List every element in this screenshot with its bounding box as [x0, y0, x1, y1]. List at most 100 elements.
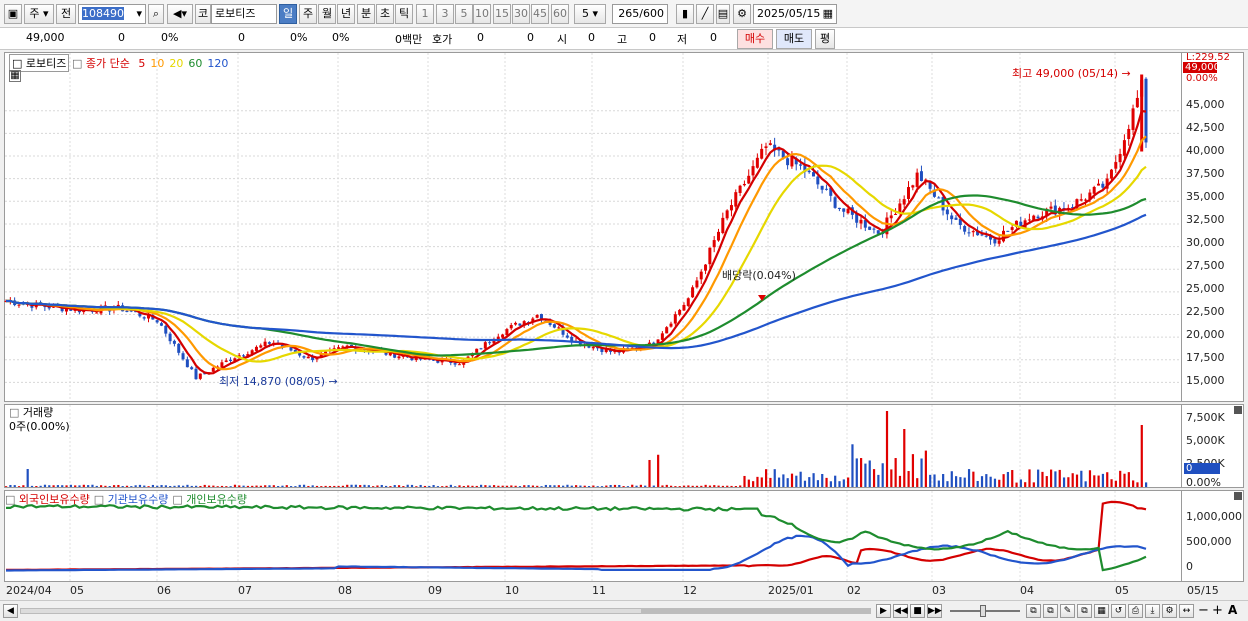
volume-bar [160, 485, 163, 487]
zoom-slider-handle[interactable] [980, 605, 986, 617]
volume-bar [626, 486, 630, 487]
zoom-in-icon[interactable]: + [1212, 603, 1223, 618]
candle-body [738, 185, 742, 193]
volume-bar [812, 473, 815, 487]
scroll-left-icon[interactable]: ◀ [3, 604, 18, 618]
candle-body [1006, 230, 1010, 232]
candle-body [665, 327, 669, 334]
layout-icon-1[interactable]: ⧉ [1026, 604, 1041, 618]
volume-bar [855, 458, 858, 487]
zoom-out-icon[interactable]: − [1198, 603, 1209, 618]
volume-bar [803, 480, 807, 487]
volume-bar [639, 484, 642, 487]
candle-body [717, 231, 720, 241]
export-icon[interactable]: ⤓ [1145, 604, 1160, 618]
volume-bar [56, 485, 60, 487]
candle-body [1127, 128, 1131, 140]
shrink-icon[interactable]: ↔ [1179, 604, 1194, 618]
fast-forward-icon[interactable]: ▶▶ [927, 604, 942, 618]
volume-bar [406, 484, 409, 487]
candle-body [755, 157, 759, 168]
volume-bar [1019, 479, 1022, 487]
volume-bar [264, 485, 267, 487]
candle-body [306, 356, 310, 359]
scrollbar-thumb[interactable] [641, 608, 871, 614]
x-label-14: 05/15 [1187, 584, 1219, 597]
settings-icon[interactable]: ⚙ [1162, 604, 1177, 618]
draw-icon[interactable]: ✎ [1060, 604, 1075, 618]
next-icon[interactable]: ▶ [876, 604, 891, 618]
volume-close-icon[interactable] [1234, 406, 1242, 414]
x-label-9: 2025/01 [768, 584, 814, 597]
volume-bar [661, 485, 664, 487]
volume-bar [579, 485, 582, 487]
zoom-slider[interactable] [950, 605, 1020, 617]
candle-body [993, 238, 997, 244]
print-icon[interactable]: ⎙ [1128, 604, 1143, 618]
grid-icon[interactable]: ▦ [9, 70, 21, 82]
volume-bar [1037, 469, 1040, 487]
scrollbar-track[interactable] [20, 608, 871, 614]
holdings-legend-1: 기관보유수량 [107, 493, 169, 506]
stop-icon[interactable]: ■ [910, 604, 925, 618]
volume-bar [795, 475, 798, 487]
candle-body [177, 343, 181, 353]
volume-bar [790, 473, 794, 487]
volume-bar [402, 486, 405, 487]
volume-bar [367, 485, 370, 487]
copy-icon[interactable]: ⧉ [1077, 604, 1092, 618]
volume-bar [134, 485, 137, 487]
candle-body [907, 187, 910, 199]
candle-body [259, 345, 263, 348]
chart-svg[interactable] [0, 0, 1248, 600]
candle-body [565, 335, 569, 338]
volume-bar [618, 484, 621, 487]
volume-bar [1045, 476, 1048, 487]
grid-toggle-icon[interactable]: ▦ [1094, 604, 1109, 618]
volume-bar [942, 474, 945, 487]
volume-bar [1071, 473, 1074, 487]
candle-body [820, 185, 824, 190]
rewind-icon[interactable]: ◀◀ [893, 604, 908, 618]
volume-bar [950, 471, 953, 487]
volume-bar [43, 484, 47, 487]
candle-body [997, 240, 1001, 244]
volume-bar [726, 485, 729, 487]
volume-bar [501, 485, 504, 487]
volume-bar [929, 474, 932, 487]
volume-bar [441, 486, 444, 487]
candle-body [963, 226, 967, 232]
volume-bar [1075, 474, 1079, 487]
holdings-close-icon[interactable] [1234, 492, 1242, 500]
candle-body [954, 217, 958, 220]
volume-bar [354, 484, 357, 487]
volume-bar [78, 485, 81, 487]
x-label-1: 05 [70, 584, 84, 597]
holdings-legend-2: 개인보유수량 [186, 493, 247, 506]
candle-body [786, 158, 790, 166]
high-annotation: 최고 49,000 (05/14) → [1012, 67, 1131, 80]
reset-icon[interactable]: ↺ [1111, 604, 1126, 618]
candle-body [488, 342, 492, 344]
volume-bar [87, 485, 90, 487]
volume-bar [752, 481, 755, 487]
candle-body [557, 327, 561, 329]
candle-body [483, 342, 487, 349]
volume-bar [868, 460, 871, 487]
volume-bar [708, 485, 712, 487]
volume-bar [121, 486, 124, 487]
layout-icon-2[interactable]: ⧉ [1043, 604, 1058, 618]
candle-body [764, 146, 768, 149]
volume-bar [1101, 473, 1105, 487]
volume-bar [1106, 472, 1109, 487]
navigation-bar: ◀ ▶ ◀◀ ■ ▶▶ ⧉ ⧉ ✎ ⧉ ▦ ↺ ⎙ ⤓ ⚙ ↔ − + A [0, 600, 1248, 621]
volume-bar [385, 485, 388, 487]
volume-bar [82, 484, 85, 487]
candle-body [514, 322, 518, 325]
candle-body [919, 171, 923, 181]
auto-scale-icon[interactable]: A [1228, 603, 1237, 617]
volume-bar [1054, 471, 1057, 487]
volume-bar [648, 459, 651, 487]
volume-value: 0주(0.00%) [9, 420, 70, 433]
volume-bar [1050, 469, 1053, 487]
